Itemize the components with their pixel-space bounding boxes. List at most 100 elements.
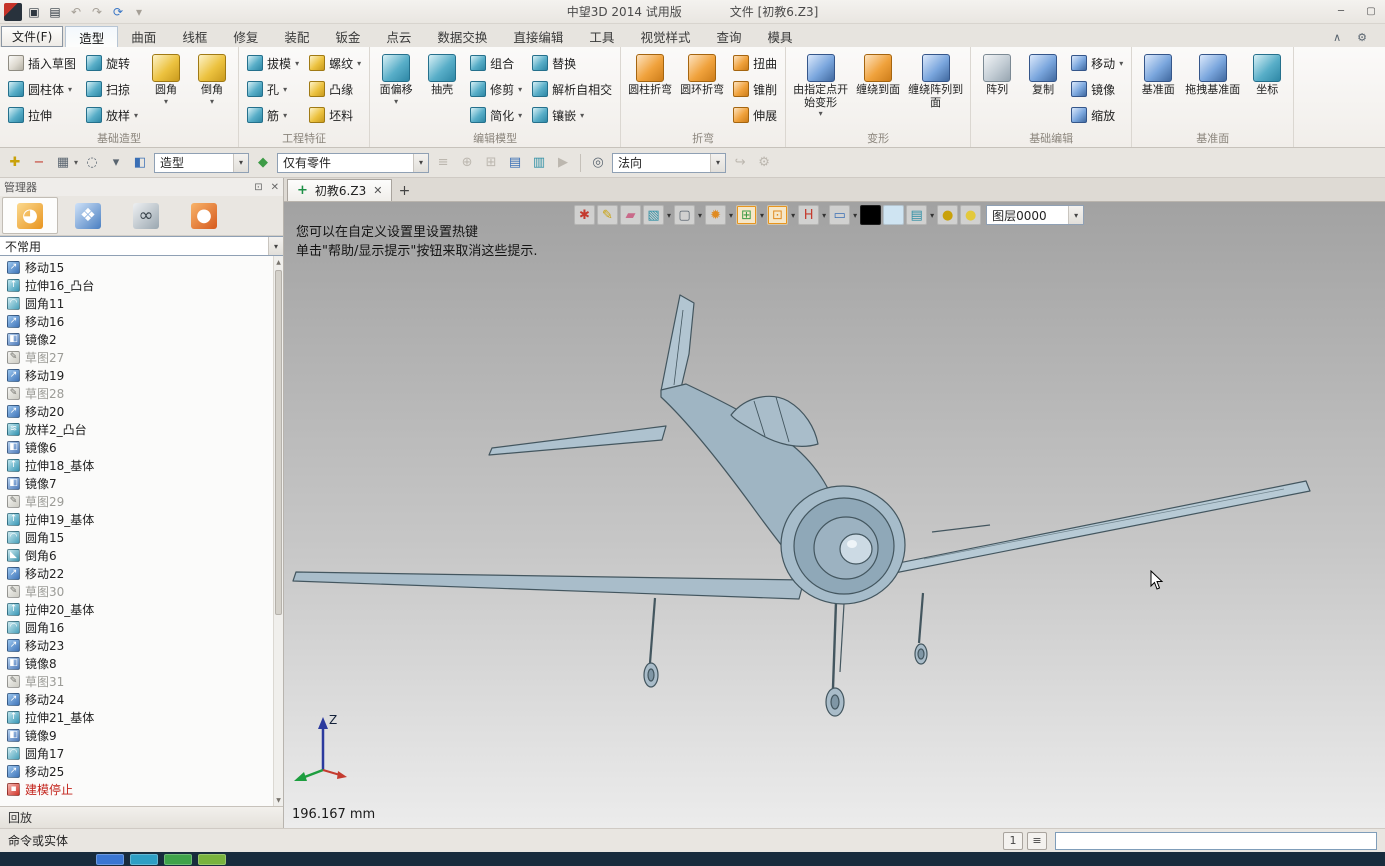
deform-from-point-button[interactable]: 由指定点开 始变形 ▾ (790, 50, 851, 132)
chevron-down-icon[interactable]: ▾ (413, 153, 429, 172)
combine-button[interactable]: 组合 (466, 50, 526, 76)
history-item[interactable]: ↑ 拉伸19_基体 (0, 510, 273, 528)
toroidal-bend-button[interactable]: 圆环折弯 (677, 50, 727, 132)
normal-combo[interactable]: 法向 ▾ (612, 152, 727, 173)
inlay-button[interactable]: 镶嵌 ▾ (528, 102, 616, 128)
settings-icon[interactable]: ⚙ (1357, 31, 1367, 44)
scale-button[interactable]: 缩放 (1067, 102, 1127, 128)
wrap-to-face-button[interactable]: 缠绕到面 (853, 50, 903, 132)
history-item[interactable]: ↑ 拉伸16_凸台 (0, 276, 273, 294)
history-item[interactable]: ◧ 镜像7 (0, 474, 273, 492)
quick-access-dropdown-icon[interactable]: ▾ (130, 3, 148, 21)
history-item[interactable]: ↗ 移动16 (0, 312, 273, 330)
history-manager-tab[interactable]: ◕ (2, 197, 58, 234)
print-icon[interactable]: ▤ (46, 3, 64, 21)
history-filter-combo[interactable]: 不常用 ▾ (0, 236, 283, 256)
datum-plane-button[interactable]: 基准面 (1136, 50, 1180, 132)
flange-button[interactable]: 凸缘 (305, 76, 365, 102)
visibility-manager-tab[interactable]: ∞ (118, 197, 174, 234)
face-offset-button[interactable]: 面偏移 ▾ (374, 50, 418, 132)
tab-查询[interactable]: 查询 (703, 26, 754, 47)
chevron-down-icon[interactable]: ▾ (822, 211, 826, 220)
tree-scrollbar[interactable]: ▲ ▼ (273, 256, 283, 806)
thread-button[interactable]: 螺纹 ▾ (305, 50, 365, 76)
resolve-self-intersection-button[interactable]: 解析自相交 (528, 76, 616, 102)
part-filter-icon[interactable]: ◆ (253, 153, 273, 173)
lasso-pick-icon[interactable]: ◌ (82, 153, 102, 173)
sheet-icon[interactable]: ▥ (529, 153, 549, 173)
pick-filter-icon[interactable]: ▦ (53, 153, 73, 173)
chevron-down-icon[interactable]: ▾ (698, 211, 702, 220)
compass-icon[interactable]: ◎ (588, 153, 608, 173)
cylinder-button[interactable]: 圆柱体 ▾ (4, 76, 80, 102)
cylindrical-bend-button[interactable]: 圆柱折弯 (625, 50, 675, 132)
history-item[interactable]: ◧ 镜像8 (0, 654, 273, 672)
maximize-button[interactable]: ▢ (1361, 4, 1381, 20)
tab-工具[interactable]: 工具 (576, 26, 627, 47)
twist-button[interactable]: 扭曲 (729, 50, 781, 76)
history-item[interactable]: ◧ 镜像9 (0, 726, 273, 744)
taskbar-app-0[interactable] (96, 853, 124, 865)
file-menu-button[interactable]: 文件(F) (1, 26, 64, 47)
quick-add-icon[interactable]: ✚ (5, 153, 25, 173)
chevron-down-icon[interactable]: ▾ (760, 211, 764, 220)
drag-datum-plane-button[interactable]: 拖拽基准面 (1182, 50, 1243, 132)
taskbar-app-2[interactable] (164, 853, 192, 865)
chevron-down-icon[interactable]: ▾ (729, 211, 733, 220)
history-item[interactable]: ↗ 移动23 (0, 636, 273, 654)
chevron-down-icon[interactable]: ▾ (710, 153, 726, 172)
viewport[interactable]: 您可以在自定义设置里设置热键 单击"帮助/显示提示"按钮来取消这些提示. ✱ ✎ ▰… (284, 202, 1385, 828)
history-item[interactable]: ↑ 拉伸21_基体 (0, 708, 273, 726)
shape-filter-combo[interactable]: 造型 ▾ (154, 152, 250, 173)
rotate-view-icon[interactable]: ✹ (705, 205, 727, 225)
tab-线框[interactable]: 线框 (169, 26, 220, 47)
color-picker-icon[interactable]: ◧ (130, 153, 150, 173)
history-item[interactable]: ◧ 镜像2 (0, 330, 273, 348)
quick-remove-icon[interactable]: − (29, 153, 49, 173)
history-item[interactable]: ✎ 草图29 (0, 492, 273, 510)
screen-display-icon[interactable]: ▭ (829, 205, 851, 225)
save-icon[interactable]: ▣ (25, 3, 43, 21)
link-filter-icon[interactable]: ⊕ (457, 153, 477, 173)
command-input[interactable] (1055, 831, 1377, 850)
tab-直接编辑[interactable]: 直接编辑 (500, 26, 576, 47)
view-manager-tab[interactable]: ● (176, 197, 232, 234)
simplify-button[interactable]: 简化 ▾ (466, 102, 526, 128)
history-item[interactable]: ◧ 镜像6 (0, 438, 273, 456)
history-item[interactable]: ◠ 圆角15 (0, 528, 273, 546)
scroll-down-icon[interactable]: ▼ (274, 794, 283, 806)
tab-模具[interactable]: 模具 (754, 26, 805, 47)
chevron-down-icon[interactable]: ▾ (791, 211, 795, 220)
close-document-icon[interactable]: ✕ (373, 184, 382, 197)
extrude-button[interactable]: 拉伸 (4, 102, 80, 128)
app-logo-icon[interactable] (4, 2, 22, 21)
tab-数据交换[interactable]: 数据交换 (424, 26, 500, 47)
entity-info-icon[interactable]: ✱ (574, 205, 595, 225)
wrap-pattern-to-face-button[interactable]: 缠绕阵列到 面 (905, 50, 966, 132)
history-item[interactable]: ↑ 拉伸20_基体 (0, 600, 273, 618)
tab-装配[interactable]: 装配 (271, 26, 322, 47)
bulb-icon[interactable]: ● (937, 205, 959, 225)
rib-button[interactable]: 筋 ▾ (243, 102, 303, 128)
taper-button[interactable]: 锥削 (729, 76, 781, 102)
tab-点云[interactable]: 点云 (373, 26, 424, 47)
assembly-manager-tab[interactable]: ❖ (60, 197, 116, 234)
csys-button[interactable]: 坐标 (1245, 50, 1289, 132)
chevron-down-icon[interactable]: ▾ (930, 211, 934, 220)
chevron-down-icon[interactable]: ▾ (233, 153, 249, 172)
trim-button[interactable]: 修剪 ▾ (466, 76, 526, 102)
sketch-plane-icon[interactable]: ⊡ (767, 205, 789, 225)
tab-曲面[interactable]: 曲面 (118, 26, 169, 47)
da-settings-icon[interactable]: ⚙ (754, 153, 774, 173)
revolve-button[interactable]: 旋转 (82, 50, 142, 76)
history-item[interactable]: ↑ 拉伸18_基体 (0, 456, 273, 474)
tab-修复[interactable]: 修复 (220, 26, 271, 47)
history-item[interactable]: ◣ 倒角6 (0, 546, 273, 564)
entity-filter-combo[interactable]: 仅有零件 ▾ (277, 152, 430, 173)
tab-视觉样式[interactable]: 视觉样式 (627, 26, 703, 47)
minimize-button[interactable]: ─ (1331, 4, 1351, 20)
history-item[interactable]: ◠ 圆角11 (0, 294, 273, 312)
pick-dropdown-icon[interactable]: ▾ (106, 153, 126, 173)
scrollbar-thumb[interactable] (275, 270, 282, 615)
stretch-button[interactable]: 伸展 (729, 102, 781, 128)
